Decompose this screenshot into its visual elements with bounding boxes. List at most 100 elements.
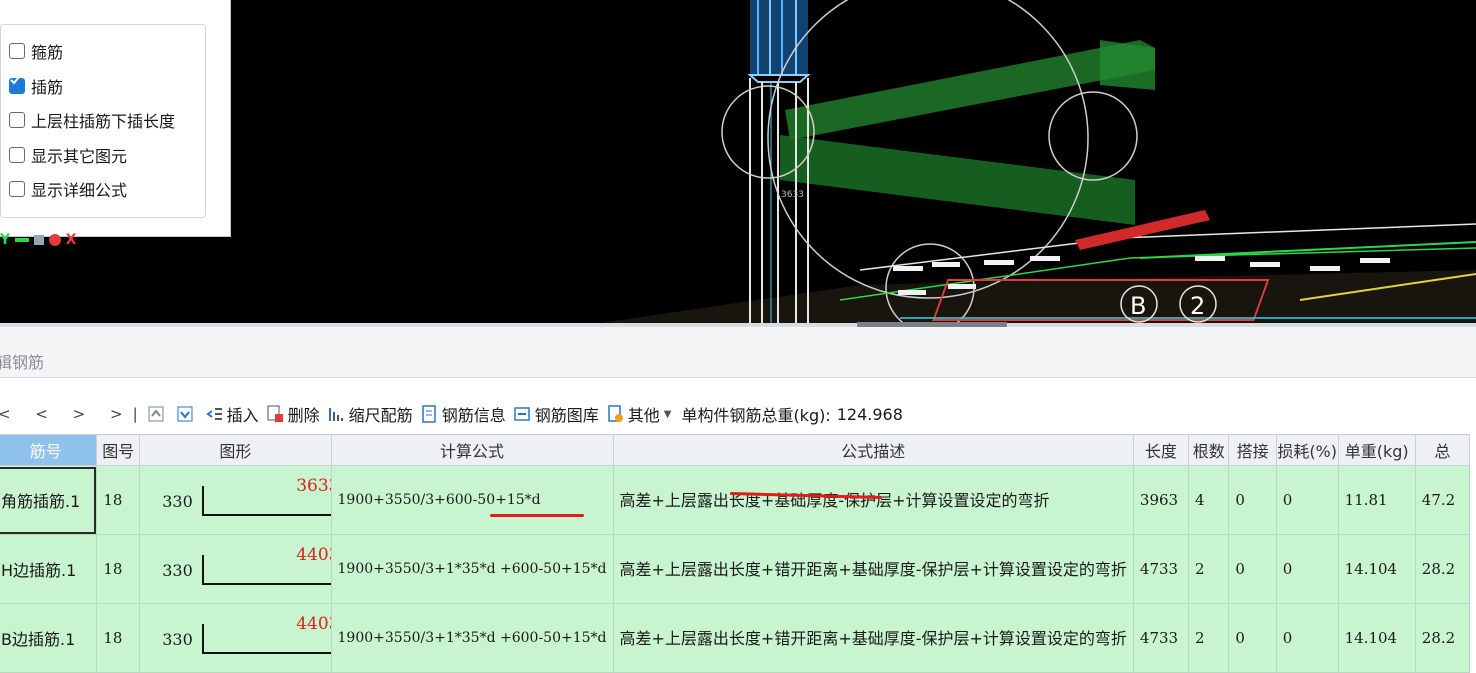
checkbox[interactable] bbox=[9, 112, 25, 128]
scale-rebar-icon bbox=[328, 408, 343, 421]
document-icon bbox=[421, 405, 436, 423]
count-cell[interactable]: 2 bbox=[1187, 603, 1230, 673]
table-row[interactable]: H边插筋.1 18 330 4403 1900+3550/3+1*35*d +6… bbox=[0, 534, 1471, 604]
axis-y-label: Y bbox=[0, 232, 11, 248]
option-dowel[interactable]: 插筋 bbox=[9, 74, 63, 98]
option-show-detailed-formula[interactable]: 显示详细公式 bbox=[9, 177, 127, 201]
shape-cell[interactable]: 330 4403 bbox=[139, 603, 332, 673]
rebar-name-cell[interactable]: H边插筋.1 bbox=[0, 534, 98, 604]
axis-indicator: Y X bbox=[0, 232, 76, 248]
loss-cell[interactable]: 0 bbox=[1275, 534, 1339, 604]
formula-cell[interactable]: 1900+3550/3+1*35*d +600-50+15*d bbox=[330, 534, 614, 604]
length-cell[interactable]: 4733 bbox=[1132, 603, 1189, 673]
column-header[interactable]: 搭接 bbox=[1228, 434, 1277, 466]
figure-number-cell[interactable]: 18 bbox=[96, 465, 141, 535]
option-show-other-elements[interactable]: 显示其它图元 bbox=[9, 143, 127, 167]
3d-viewport[interactable]: 3633 B 2 箍筋 插筋 上层柱插筋下插长度 显示其它图元 显示详细公式 Y… bbox=[0, 0, 1476, 323]
formula-description-cell[interactable]: 高差+上层露出长度+基础厚度-保护层+计算设置设定的弯折 bbox=[612, 465, 1134, 535]
unit-weight-cell[interactable]: 14.104 bbox=[1337, 534, 1416, 604]
move-up-icon bbox=[148, 406, 164, 422]
column-header[interactable]: 图号 bbox=[96, 434, 141, 466]
checkbox-checked[interactable] bbox=[9, 76, 25, 94]
grid-label-2: 2 bbox=[1190, 292, 1205, 320]
table-row[interactable]: 角筋插筋.1 18 330 3633 1900+3550/3+600-50+15… bbox=[0, 465, 1471, 535]
figure-number-cell[interactable]: 18 bbox=[96, 534, 141, 604]
column-header[interactable]: 公式描述 bbox=[612, 434, 1134, 466]
option-stirrup[interactable]: 箍筋 bbox=[9, 39, 63, 63]
scale-rebar-label: 缩尺配筋 bbox=[348, 406, 413, 425]
insert-icon bbox=[205, 408, 222, 420]
count-cell[interactable]: 4 bbox=[1187, 465, 1230, 535]
count-cell[interactable]: 2 bbox=[1187, 534, 1230, 604]
rebar-info-label: 钢筋信息 bbox=[441, 406, 506, 425]
rebar-info-button[interactable]: 钢筋信息 bbox=[421, 402, 506, 426]
rebar-name-cell[interactable]: B边插筋.1 bbox=[0, 603, 98, 673]
shape-cell[interactable]: 330 4403 bbox=[139, 534, 332, 604]
total-weight-cell[interactable]: 47.2 bbox=[1414, 465, 1471, 535]
total-weight-label: 单构件钢筋总重(kg): bbox=[681, 406, 831, 425]
insert-button[interactable]: 插入 bbox=[205, 402, 259, 426]
column-length-label: 3633 bbox=[781, 190, 804, 200]
checkbox[interactable] bbox=[9, 181, 25, 197]
grid-label-b: B bbox=[1130, 292, 1146, 320]
column-header[interactable]: 根数 bbox=[1187, 434, 1230, 466]
checkmark-icon bbox=[10, 76, 20, 85]
checkbox[interactable] bbox=[9, 147, 25, 163]
rebar-library-label: 钢筋图库 bbox=[534, 406, 599, 425]
lap-cell[interactable]: 0 bbox=[1228, 603, 1277, 673]
formula-cell[interactable]: 1900+3550/3+1*35*d +600-50+15*d bbox=[330, 603, 614, 673]
panel-header: 辑钢筋 bbox=[0, 327, 1476, 378]
axis-origin-icon bbox=[33, 235, 44, 245]
total-weight-cell[interactable]: 28.2 bbox=[1414, 603, 1471, 673]
move-down-button[interactable] bbox=[177, 405, 198, 423]
rebar-table: 筋号 图号 图形 计算公式 公式描述 长度 根数 搭接 损耗(%) 单重(kg)… bbox=[0, 434, 1471, 673]
panel-title: 辑钢筋 bbox=[0, 353, 45, 372]
rebar-shape: 330 4403 bbox=[146, 536, 331, 603]
shape-bend-length: 330 bbox=[162, 492, 193, 511]
table-row[interactable]: B边插筋.1 18 330 4403 1900+3550/3+1*35*d +6… bbox=[0, 603, 1471, 673]
scale-rebar-button[interactable]: 缩尺配筋 bbox=[328, 402, 413, 426]
record-navigation[interactable]: < < > >| bbox=[0, 405, 148, 423]
shape-bend-length: 330 bbox=[162, 561, 193, 580]
lap-cell[interactable]: 0 bbox=[1228, 534, 1277, 604]
option-label: 箍筋 bbox=[31, 43, 64, 62]
length-cell[interactable]: 4733 bbox=[1132, 534, 1189, 604]
unit-weight-cell[interactable]: 14.104 bbox=[1337, 603, 1416, 673]
loss-cell[interactable]: 0 bbox=[1275, 465, 1339, 535]
column-header[interactable]: 筋号 bbox=[0, 434, 98, 466]
column-header[interactable]: 图形 bbox=[139, 434, 332, 466]
axis-x-label: X bbox=[65, 232, 77, 248]
formula-cell[interactable]: 1900+3550/3+600-50+15*d bbox=[330, 465, 614, 535]
figure-number-cell[interactable]: 18 bbox=[96, 603, 141, 673]
delete-icon bbox=[267, 405, 283, 422]
loss-cell[interactable]: 0 bbox=[1275, 603, 1339, 673]
other-menu-button[interactable]: 其他 ▼ bbox=[607, 402, 671, 426]
unit-weight-cell[interactable]: 11.81 bbox=[1337, 465, 1416, 535]
column-header[interactable]: 计算公式 bbox=[330, 434, 614, 466]
length-cell[interactable]: 3963 bbox=[1132, 465, 1189, 535]
table-header-row: 筋号 图号 图形 计算公式 公式描述 长度 根数 搭接 损耗(%) 单重(kg)… bbox=[0, 434, 1471, 466]
shape-main-length: 3633 bbox=[296, 476, 330, 496]
other-label: 其他 bbox=[627, 406, 660, 425]
column-header[interactable]: 总 bbox=[1414, 434, 1471, 466]
option-label: 上层柱插筋下插长度 bbox=[31, 112, 176, 131]
move-up-button[interactable] bbox=[148, 405, 169, 423]
axis-x-arrow-icon bbox=[48, 234, 61, 246]
rebar-name-cell[interactable]: 角筋插筋.1 bbox=[0, 465, 98, 535]
checkbox[interactable] bbox=[9, 43, 25, 59]
lap-cell[interactable]: 0 bbox=[1228, 465, 1277, 535]
shape-cell[interactable]: 330 3633 bbox=[139, 465, 332, 535]
total-weight-cell[interactable]: 28.2 bbox=[1414, 534, 1471, 604]
move-down-icon bbox=[177, 406, 193, 422]
column-header[interactable]: 长度 bbox=[1132, 434, 1189, 466]
column-header[interactable]: 单重(kg) bbox=[1337, 434, 1416, 466]
total-weight-value: 124.968 bbox=[836, 404, 903, 424]
other-icon bbox=[607, 405, 623, 422]
formula-description-cell[interactable]: 高差+上层露出长度+错开距离+基础厚度-保护层+计算设置设定的弯折 bbox=[612, 603, 1134, 673]
rebar-library-button[interactable]: 钢筋图库 bbox=[513, 402, 599, 426]
option-label: 显示详细公式 bbox=[31, 181, 128, 200]
delete-button[interactable]: 删除 bbox=[267, 402, 320, 426]
column-header[interactable]: 损耗(%) bbox=[1275, 434, 1339, 466]
option-upper-dowel-length[interactable]: 上层柱插筋下插长度 bbox=[9, 108, 175, 132]
formula-description-cell[interactable]: 高差+上层露出长度+错开距离+基础厚度-保护层+计算设置设定的弯折 bbox=[612, 534, 1134, 604]
